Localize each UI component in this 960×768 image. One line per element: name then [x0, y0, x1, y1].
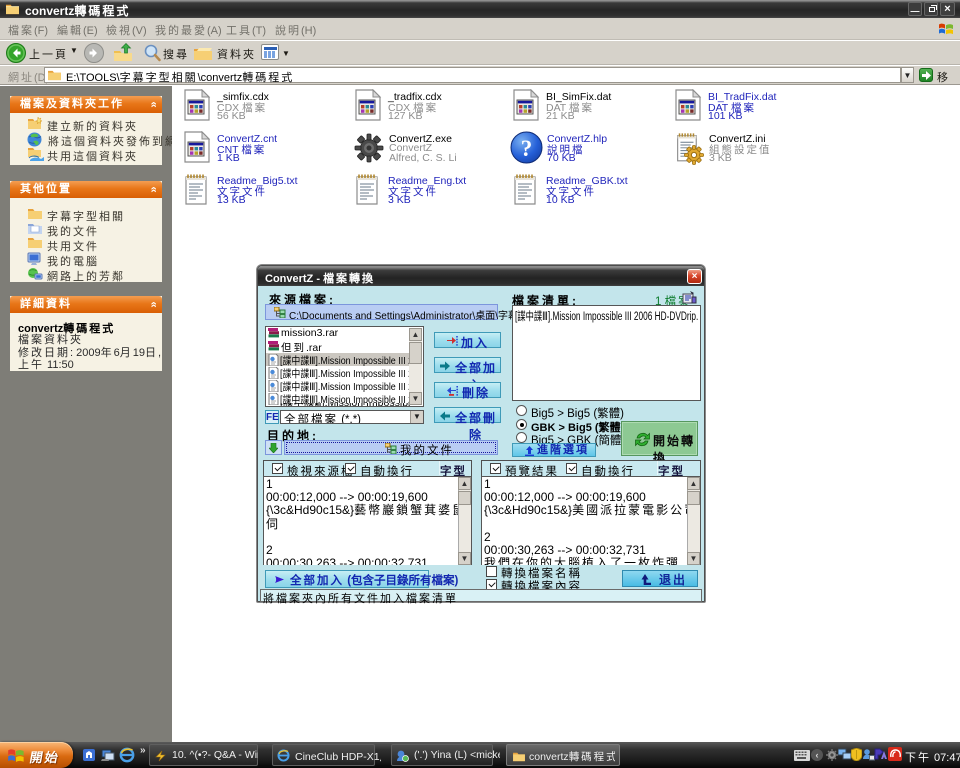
svg-text:?: ? — [521, 136, 533, 161]
